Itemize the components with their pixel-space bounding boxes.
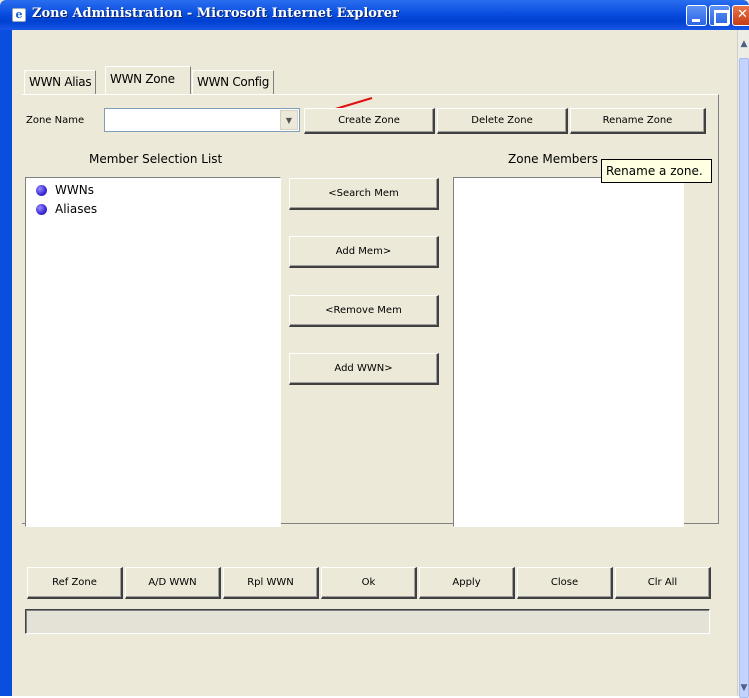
remove-member-button[interactable]: <Remove Mem [289,295,439,327]
ref-zone-button[interactable]: Ref Zone [27,567,123,599]
close-window-button[interactable] [732,5,749,26]
scroll-up-icon[interactable]: ▲ [738,36,749,52]
zone-admin-window: Zone Administration - Microsoft Internet… [0,0,749,698]
add-wwn-button[interactable]: Add WWN> [289,353,439,385]
close-button[interactable]: Close [517,567,613,599]
zone-members-list[interactable] [453,177,684,527]
ad-wwn-button[interactable]: A/D WWN [125,567,221,599]
ie-icon [12,8,26,22]
window-frame-left [0,30,12,696]
tab-wwn-alias[interactable]: WWN Alias [24,70,97,94]
minimize-button[interactable] [686,5,707,26]
member-selection-list[interactable]: WWNs Aliases [25,177,281,527]
add-member-button[interactable]: Add Mem> [289,236,439,268]
create-zone-button[interactable]: Create Zone [304,108,435,134]
vertical-scrollbar[interactable]: ▲ ▼ [737,30,749,698]
clear-all-button[interactable]: Clr All [615,567,711,599]
apply-button[interactable]: Apply [419,567,515,599]
window-title: Zone Administration - Microsoft Internet… [32,6,399,21]
tab-wwn-config[interactable]: WWN Config [192,70,275,94]
search-member-button[interactable]: <Search Mem [289,178,439,210]
title-bar[interactable]: Zone Administration - Microsoft Internet… [0,0,749,30]
scroll-down-icon[interactable]: ▼ [738,680,749,696]
delete-zone-button[interactable]: Delete Zone [437,108,568,134]
purple-dot-icon [36,184,47,196]
list-item-aliases[interactable]: Aliases [36,202,97,216]
status-field [25,609,710,634]
rpl-wwn-button[interactable]: Rpl WWN [223,567,319,599]
chevron-down-icon[interactable]: ▼ [280,110,298,130]
rename-tooltip: Rename a zone. [601,159,712,183]
member-selection-title: Member Selection List [89,152,223,166]
zone-members-title: Zone Members [508,152,598,166]
ok-button[interactable]: Ok [321,567,417,599]
list-item-wwns[interactable]: WWNs [36,183,94,197]
scroll-thumb[interactable] [739,58,749,698]
zone-name-label: Zone Name [26,115,85,126]
tab-wwn-zone[interactable]: WWN Zone [105,66,191,94]
zone-name-combobox[interactable]: ▼ [104,108,300,132]
purple-dot-icon [36,203,47,215]
rename-zone-button[interactable]: Rename Zone [570,108,706,134]
maximize-button[interactable] [709,5,730,26]
